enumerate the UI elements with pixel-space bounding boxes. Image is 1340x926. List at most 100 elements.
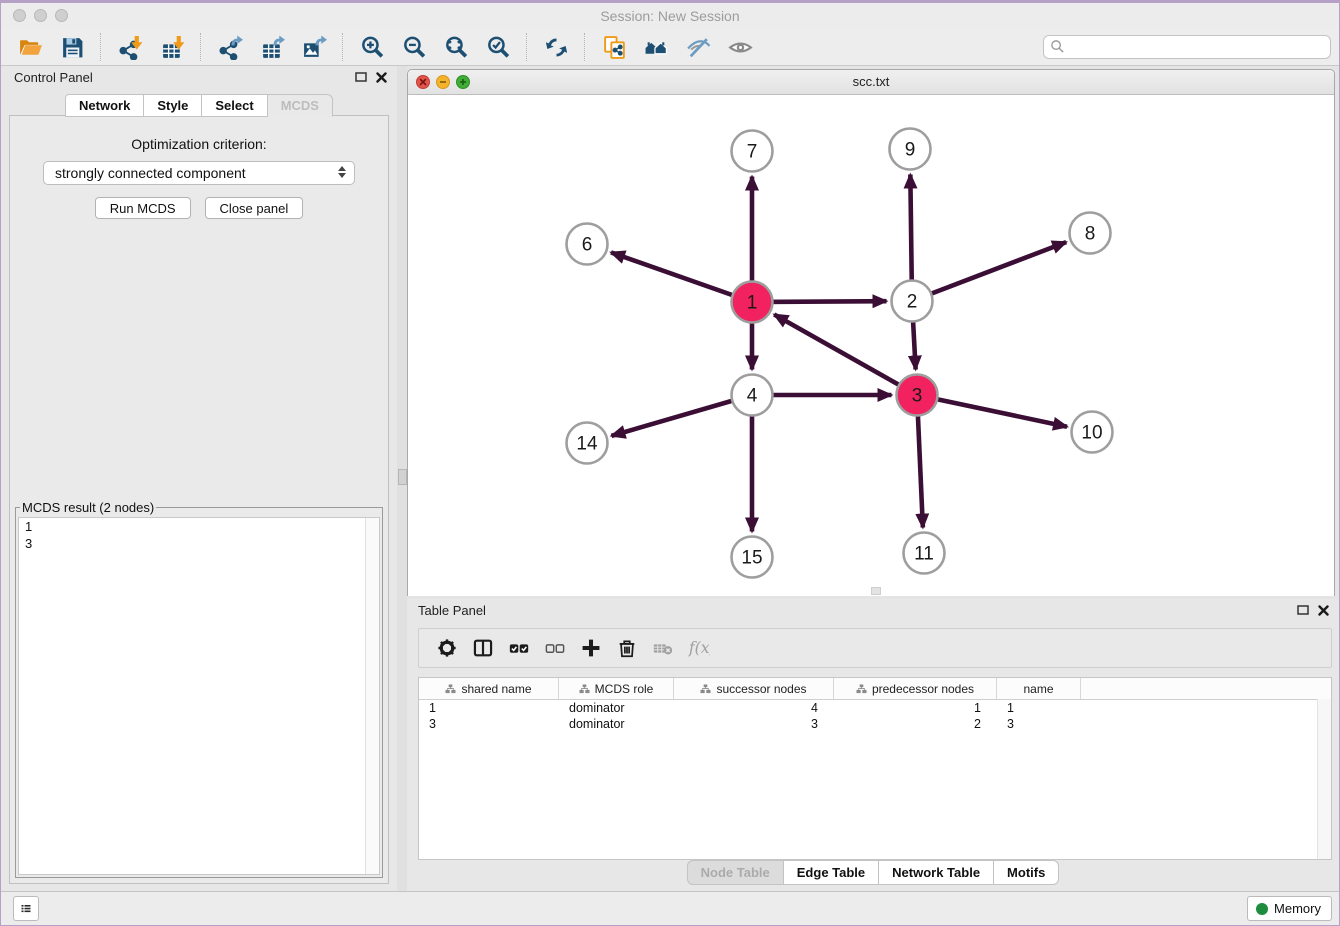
edge-3-10[interactable] [917, 395, 1067, 427]
table-row[interactable]: 1dominator411 [419, 700, 1331, 716]
graph-node-11[interactable]: 11 [904, 533, 945, 574]
table-cell: 2 [834, 717, 997, 731]
graph-node-1[interactable]: 1 [732, 282, 773, 323]
network-graph[interactable]: 1 2 3 4 6 7 8 9 10 11 14 15 [408, 95, 1334, 596]
optimization-criterion-dropdown[interactable]: strongly connected component [43, 161, 355, 185]
delete-table-button[interactable] [645, 633, 681, 663]
column-header-shared-name[interactable]: shared name [419, 678, 559, 699]
graph-node-10[interactable]: 10 [1072, 412, 1113, 453]
graph-node-2[interactable]: 2 [892, 281, 933, 322]
toolbar-separator [100, 33, 102, 61]
table-row[interactable]: 3dominator323 [419, 716, 1331, 732]
export-image-button[interactable] [297, 32, 331, 62]
toolbar-buttons [9, 32, 761, 62]
column-label: successor nodes [716, 682, 806, 696]
export-table-button[interactable] [255, 32, 289, 62]
memory-label: Memory [1274, 901, 1321, 916]
column-header-name[interactable]: name [997, 678, 1081, 699]
open-session-icon [18, 35, 43, 60]
tab-mcds[interactable]: MCDS [268, 94, 333, 117]
delete-button[interactable] [609, 633, 645, 663]
zoom-selected-button[interactable] [481, 32, 515, 62]
open-session-button[interactable] [13, 32, 47, 62]
select-all-checks-button[interactable] [501, 633, 537, 663]
zoom-in-button[interactable] [355, 32, 389, 62]
graph-node-8[interactable]: 8 [1070, 213, 1111, 254]
table-scrollbar[interactable] [1317, 699, 1331, 859]
splitter-handle[interactable] [398, 469, 407, 485]
node-label: 4 [747, 386, 758, 407]
graph-node-7[interactable]: 7 [732, 131, 773, 172]
edge-3-1[interactable] [774, 315, 917, 395]
network-canvas[interactable]: 1 2 3 4 6 7 8 9 10 11 14 15 [408, 95, 1334, 596]
show-all-button[interactable] [723, 32, 757, 62]
node-label: 10 [1081, 423, 1102, 444]
edge-1-6[interactable] [611, 252, 752, 302]
table-tab-motifs[interactable]: Motifs [994, 860, 1059, 885]
zoom-fit-button[interactable] [439, 32, 473, 62]
table-tab-network-table[interactable]: Network Table [879, 860, 994, 885]
table-tab-edge-table[interactable]: Edge Table [784, 860, 879, 885]
node-label: 14 [576, 434, 598, 455]
search-input[interactable] [1043, 35, 1331, 59]
run-mcds-button[interactable]: Run MCDS [95, 197, 191, 219]
graph-node-3[interactable]: 3 [897, 375, 938, 416]
settings-button[interactable] [429, 633, 465, 663]
float-panel-icon[interactable] [355, 71, 367, 83]
clone-network-button[interactable] [597, 32, 631, 62]
table-cell: 4 [674, 701, 834, 715]
refresh-button[interactable] [539, 32, 573, 62]
clone-network-icon [602, 35, 627, 60]
graph-node-15[interactable]: 15 [732, 537, 773, 578]
close-panel-icon[interactable] [376, 72, 387, 83]
export-network-button[interactable] [213, 32, 247, 62]
mcds-result-title: MCDS result (2 nodes) [20, 500, 156, 515]
dropdown-stepper-icon [338, 166, 346, 178]
first-neighbors-button[interactable] [639, 32, 673, 62]
canvas-splitter-handle[interactable] [871, 587, 881, 595]
node-label: 8 [1085, 224, 1096, 245]
panel-splitter[interactable] [397, 66, 407, 892]
function-icon: f(x) [688, 637, 710, 659]
import-table-button[interactable] [155, 32, 189, 62]
graph-node-4[interactable]: 4 [732, 375, 773, 416]
table-toolbar: f(x) [418, 628, 1332, 668]
hide-selected-icon [686, 35, 711, 60]
table-cell: 1 [997, 701, 1081, 715]
deselect-all-checks-button[interactable] [537, 633, 573, 663]
import-table-icon [160, 35, 185, 60]
task-history-button[interactable] [13, 896, 39, 921]
control-panel-title: Control Panel [14, 70, 93, 85]
function-button[interactable]: f(x) [681, 633, 717, 663]
hide-selected-button[interactable] [681, 32, 715, 62]
graph-node-6[interactable]: 6 [567, 224, 608, 265]
close-panel-button[interactable]: Close panel [205, 197, 304, 219]
add-button[interactable] [573, 633, 609, 663]
float-table-panel-icon[interactable] [1297, 604, 1309, 616]
edge-4-14[interactable] [611, 395, 752, 436]
mcds-result-box[interactable]: 13 [18, 517, 380, 875]
tab-style[interactable]: Style [144, 94, 202, 117]
memory-button[interactable]: Memory [1247, 896, 1332, 921]
mcds-result-line: 3 [19, 535, 379, 552]
table-tabs: Node TableEdge TableNetwork TableMotifs [407, 860, 1339, 885]
deselect-all-checks-icon [544, 637, 566, 659]
tab-network[interactable]: Network [65, 94, 144, 117]
close-table-panel-icon[interactable] [1318, 605, 1329, 616]
table-tab-node-table[interactable]: Node Table [687, 860, 784, 885]
column-header-successor-nodes[interactable]: successor nodes [674, 678, 834, 699]
edge-2-8[interactable] [912, 242, 1066, 301]
import-network-button[interactable] [113, 32, 147, 62]
tab-select[interactable]: Select [202, 94, 267, 117]
split-columns-button[interactable] [465, 633, 501, 663]
column-header-MCDS-role[interactable]: MCDS role [559, 678, 674, 699]
result-scrollbar[interactable] [365, 518, 379, 874]
column-header-predecessor-nodes[interactable]: predecessor nodes [834, 678, 997, 699]
save-session-button[interactable] [55, 32, 89, 62]
delete-table-icon [652, 637, 674, 659]
graph-node-9[interactable]: 9 [890, 129, 931, 170]
zoom-out-button[interactable] [397, 32, 431, 62]
graph-node-14[interactable]: 14 [567, 423, 608, 464]
network-view-window: scc.txt 1234678910111415 [407, 69, 1335, 596]
table-header-row: shared nameMCDS role successor nodes prede… [419, 678, 1331, 700]
